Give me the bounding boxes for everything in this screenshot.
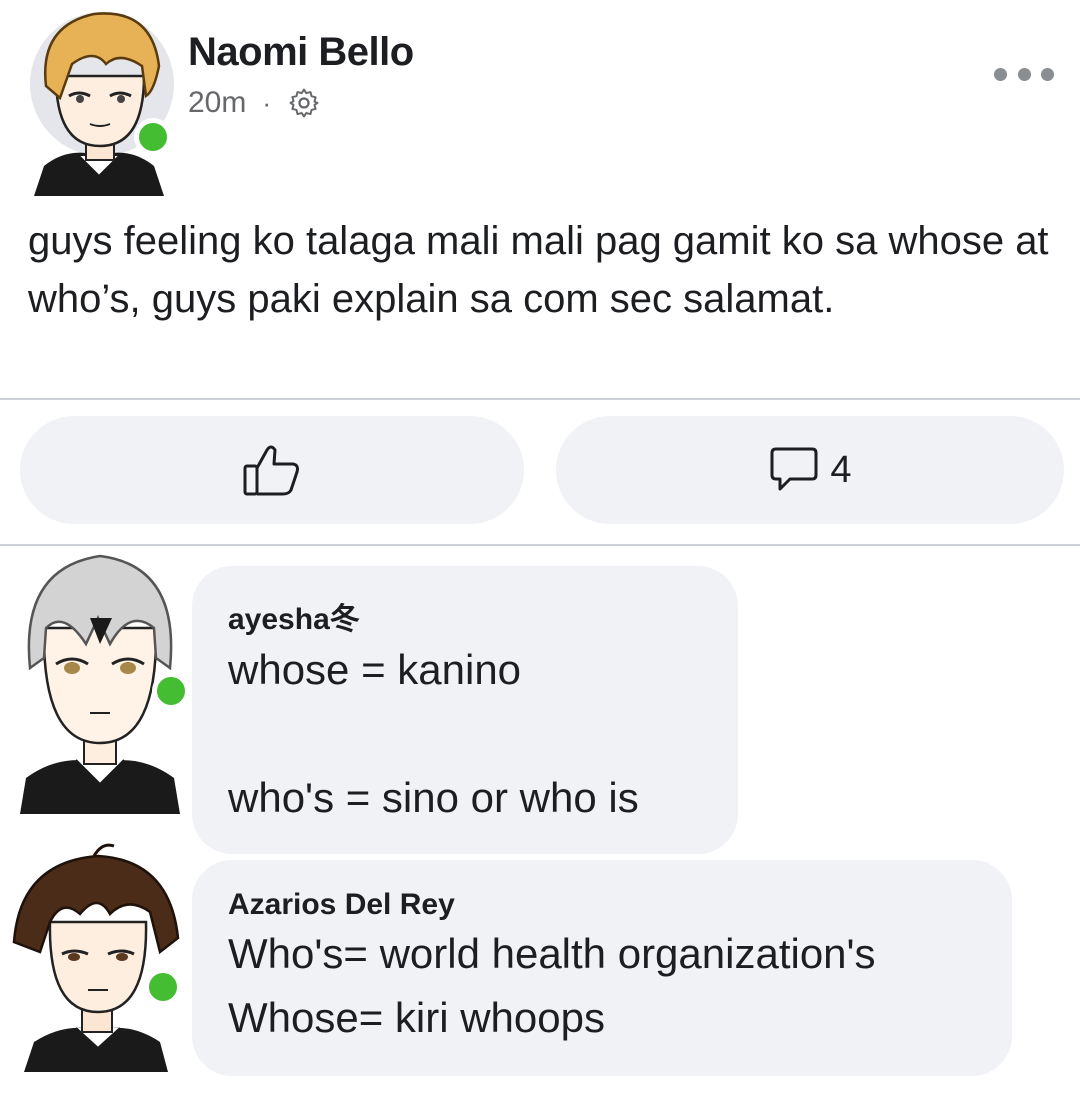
comment-text: whose = kanino who's = sino or who is <box>228 646 639 821</box>
gear-icon[interactable] <box>287 86 321 120</box>
post-meta: 20m · <box>188 86 321 120</box>
more-dot <box>994 67 1007 81</box>
online-indicator <box>134 118 172 156</box>
more-options-button[interactable] <box>994 62 1054 86</box>
comment-button[interactable]: 4 <box>556 416 1064 524</box>
divider <box>0 544 1080 546</box>
post-text: guys feeling ko talaga mali mali pag gam… <box>28 219 1049 321</box>
comment-icon <box>770 447 818 491</box>
more-dot <box>1041 67 1054 81</box>
comment-count: 4 <box>830 448 852 491</box>
post-header: Naomi Bello 20m · <box>0 0 1080 200</box>
comment-author[interactable]: ayesha冬 <box>228 594 702 638</box>
comment-author[interactable]: Azarios Del Rey <box>228 888 976 922</box>
avatar-brown-hair-icon <box>12 843 180 1072</box>
avatar-blond-icon <box>30 12 174 196</box>
commenter-avatar[interactable] <box>20 548 190 814</box>
post-time[interactable]: 20m <box>188 86 246 120</box>
divider <box>0 398 1080 400</box>
comment-bubble: ayesha冬 whose = kanino who's = sino or w… <box>192 566 738 854</box>
online-indicator <box>152 672 190 710</box>
comment-bubble: Azarios Del Rey Who's= world health orga… <box>192 860 1012 1076</box>
more-dot <box>1017 67 1031 81</box>
commenter-avatar[interactable] <box>10 842 182 1072</box>
author-avatar[interactable] <box>24 6 174 196</box>
author-name[interactable]: Naomi Bello <box>188 30 414 75</box>
comment-text: Who's= world health organization's Whose… <box>228 930 876 1041</box>
meta-separator: · <box>262 87 272 118</box>
online-indicator <box>144 968 182 1006</box>
thumbs-up-icon <box>243 445 299 496</box>
like-button[interactable] <box>20 416 524 524</box>
